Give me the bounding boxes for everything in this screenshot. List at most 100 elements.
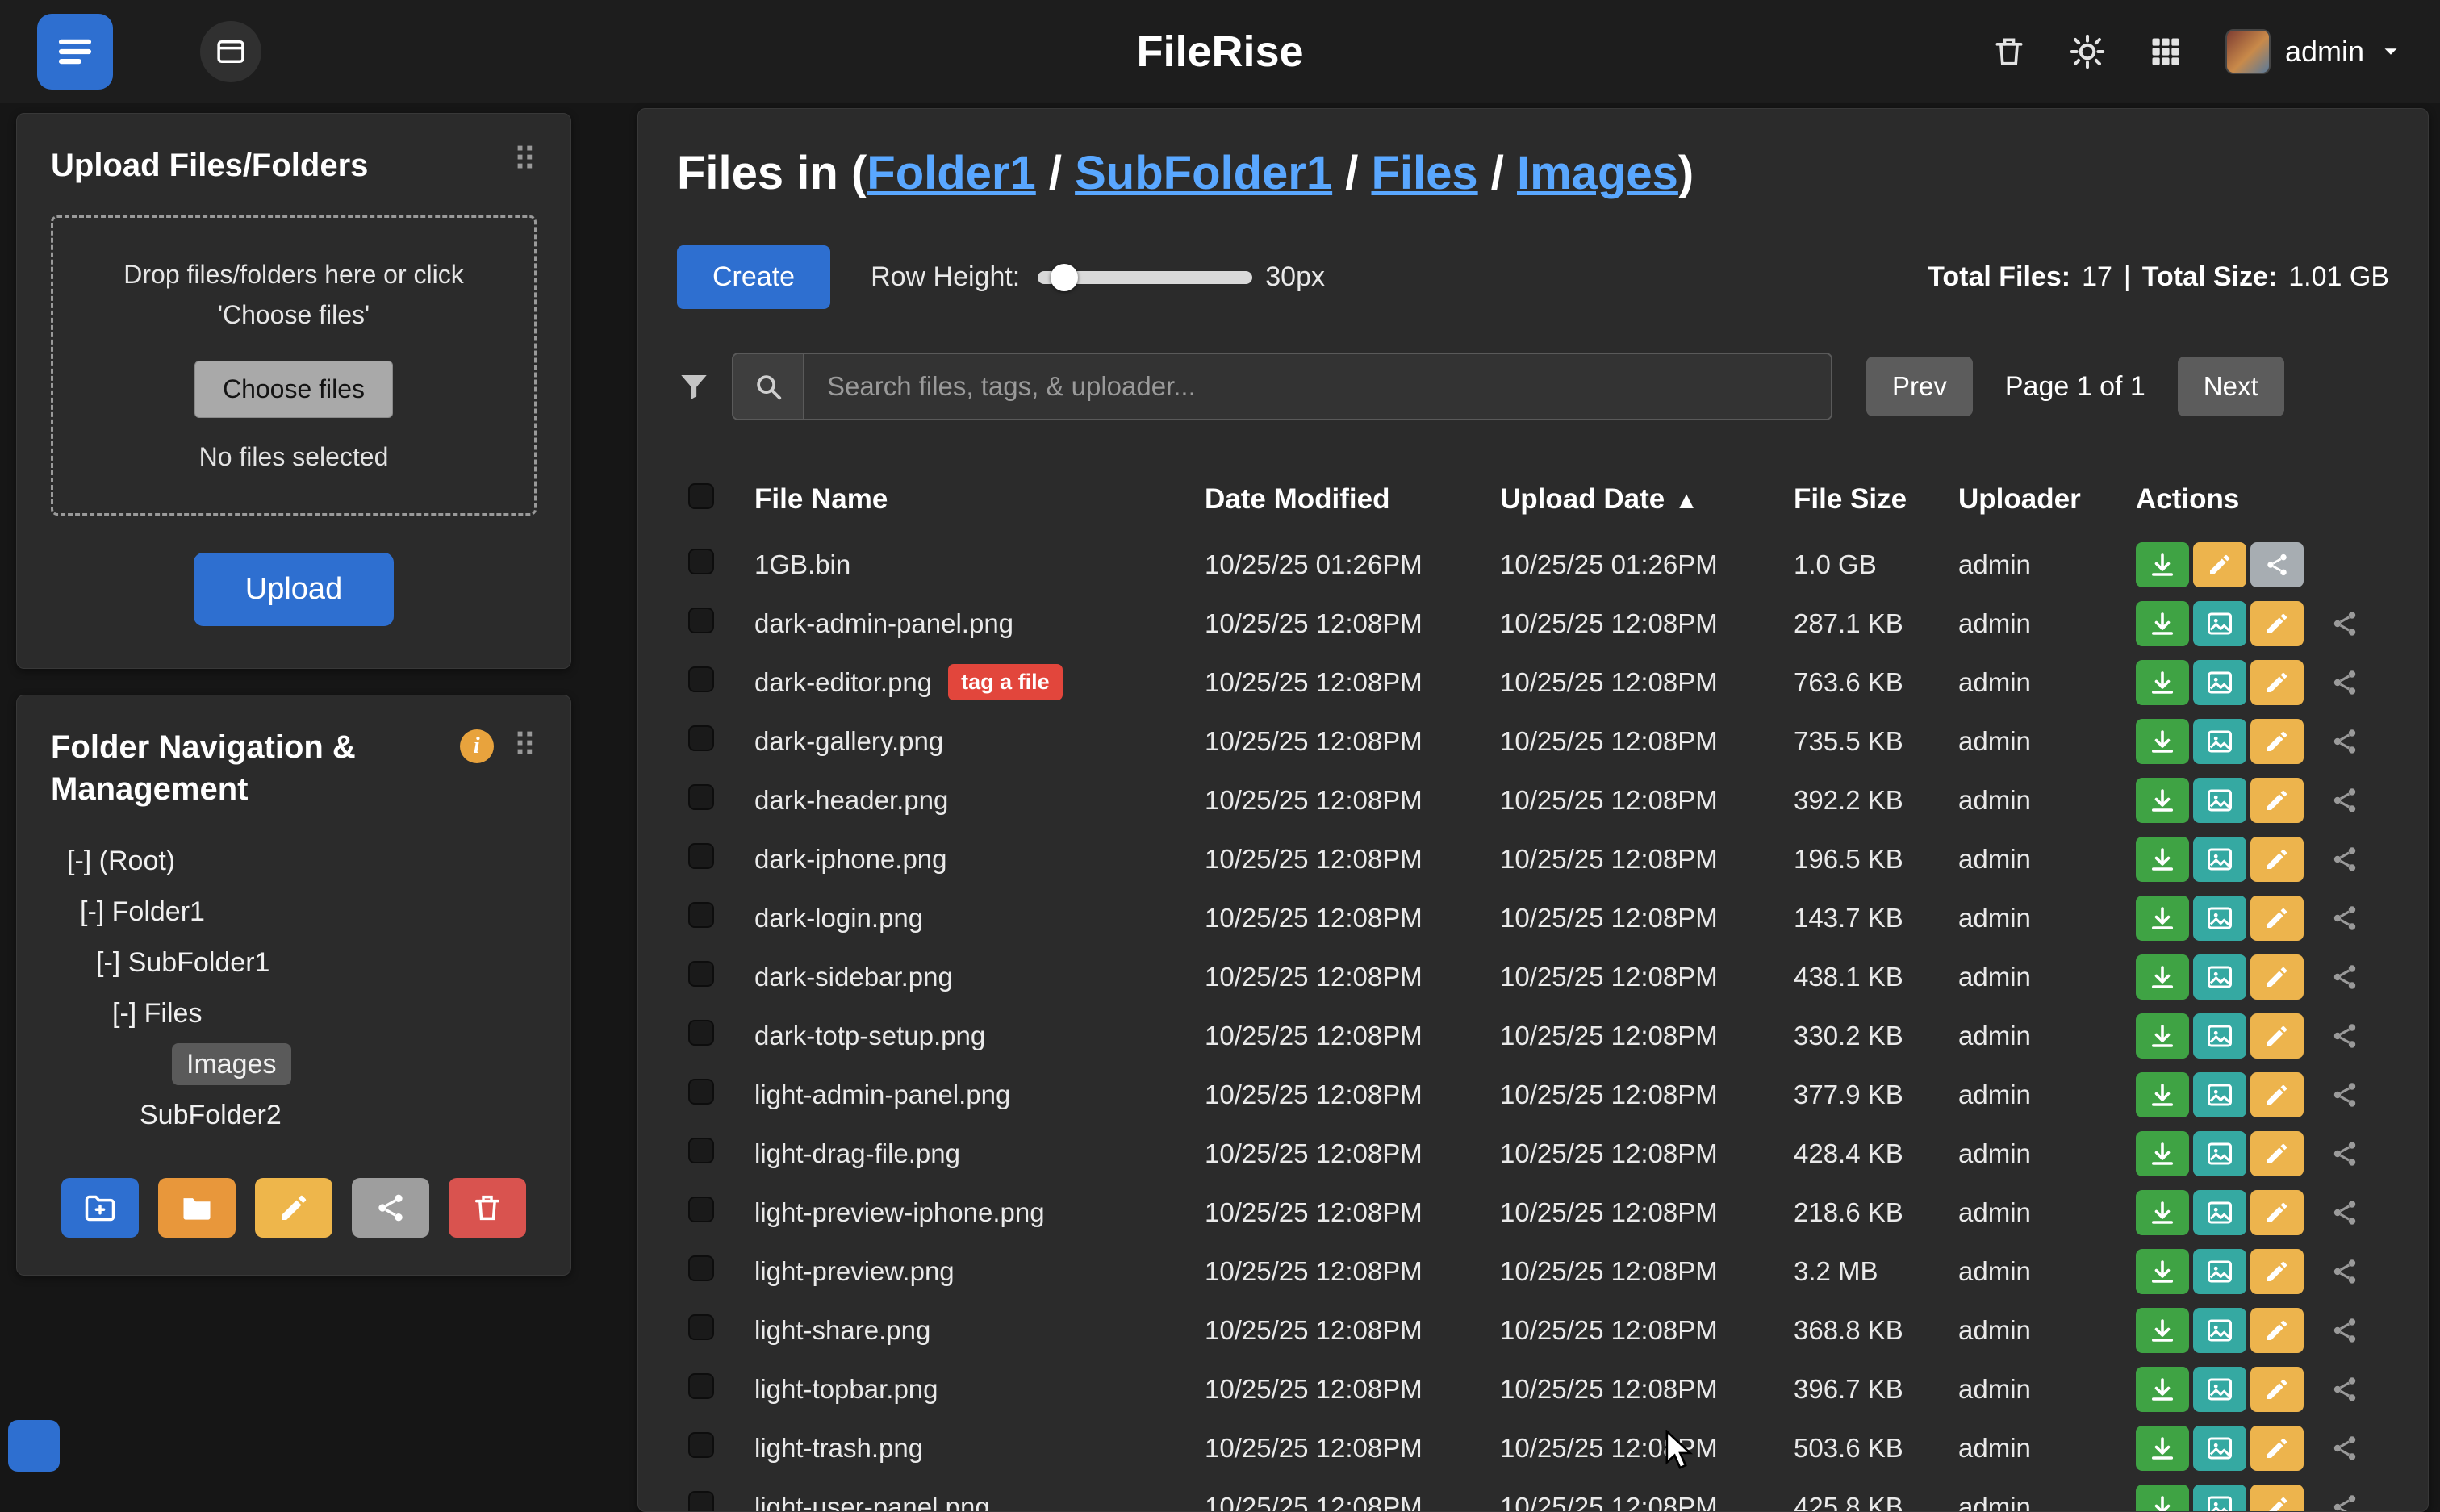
row-checkbox[interactable] [688, 784, 714, 810]
rename-button[interactable] [2250, 719, 2304, 764]
delete-folder-button[interactable] [449, 1178, 526, 1238]
download-button[interactable] [2136, 660, 2189, 705]
row-height-slider[interactable] [1038, 271, 1252, 284]
share-button[interactable] [2321, 1426, 2369, 1471]
share-button[interactable] [2321, 1308, 2369, 1353]
next-page-button[interactable]: Next [2178, 357, 2284, 416]
breadcrumb-link[interactable]: SubFolder1 [1075, 147, 1332, 199]
file-name[interactable]: dark-header.png [754, 785, 948, 816]
info-icon[interactable]: i [460, 729, 494, 763]
share-button[interactable] [2321, 954, 2369, 1000]
row-checkbox[interactable] [688, 1373, 714, 1399]
preview-button[interactable] [2193, 601, 2246, 646]
share-button[interactable] [2321, 837, 2369, 882]
preview-button[interactable] [2193, 1131, 2246, 1176]
column-header-file-name[interactable]: File Name [754, 483, 1205, 516]
download-button[interactable] [2136, 1072, 2189, 1117]
share-button[interactable] [2321, 1190, 2369, 1235]
download-button[interactable] [2136, 837, 2189, 882]
apps-grid-button[interactable] [2148, 34, 2183, 69]
column-header-upload-date[interactable]: Upload Date▲ [1500, 483, 1794, 516]
preview-button[interactable] [2193, 1485, 2246, 1512]
download-button[interactable] [2136, 954, 2189, 1000]
rename-button[interactable] [2250, 837, 2304, 882]
tree-item[interactable]: [-] Files [51, 988, 537, 1039]
preview-button[interactable] [2193, 954, 2246, 1000]
share-button[interactable] [2321, 1013, 2369, 1059]
preview-button[interactable] [2193, 1013, 2246, 1059]
row-checkbox[interactable] [688, 1314, 714, 1340]
rename-button[interactable] [2250, 1426, 2304, 1471]
app-logo-button[interactable] [37, 14, 113, 90]
breadcrumb-link[interactable]: Files [1371, 147, 1477, 199]
preview-button[interactable] [2193, 1367, 2246, 1412]
row-checkbox[interactable] [688, 549, 714, 574]
rename-button[interactable] [2250, 1308, 2304, 1353]
file-name[interactable]: light-drag-file.png [754, 1138, 960, 1169]
upload-button[interactable]: Upload [194, 553, 394, 626]
file-name[interactable]: light-share.png [754, 1315, 930, 1346]
preview-button[interactable] [2193, 1426, 2246, 1471]
rename-button[interactable] [2193, 542, 2246, 587]
prev-page-button[interactable]: Prev [1866, 357, 1973, 416]
row-checkbox[interactable] [688, 1020, 714, 1046]
column-header-uploader[interactable]: Uploader [1958, 483, 2136, 516]
download-button[interactable] [2136, 896, 2189, 941]
share-button[interactable] [2321, 778, 2369, 823]
rename-folder-button[interactable] [255, 1178, 332, 1238]
share-button[interactable] [2321, 660, 2369, 705]
rename-button[interactable] [2250, 1072, 2304, 1117]
download-button[interactable] [2136, 1367, 2189, 1412]
share-button[interactable] [2321, 1249, 2369, 1294]
rename-button[interactable] [2250, 954, 2304, 1000]
file-name[interactable]: light-preview-iphone.png [754, 1197, 1045, 1228]
download-button[interactable] [2136, 1485, 2189, 1512]
download-button[interactable] [2136, 1308, 2189, 1353]
share-button[interactable] [2321, 719, 2369, 764]
tree-item[interactable]: SubFolder2 [51, 1090, 537, 1141]
preview-button[interactable] [2193, 896, 2246, 941]
preview-button[interactable] [2193, 719, 2246, 764]
search-icon-button[interactable] [733, 354, 804, 419]
upload-dropzone[interactable]: Drop files/folders here or click 'Choose… [51, 215, 537, 516]
preview-button[interactable] [2193, 1249, 2246, 1294]
download-button[interactable] [2136, 1131, 2189, 1176]
file-name[interactable]: dark-iphone.png [754, 844, 947, 875]
preview-button[interactable] [2193, 1308, 2246, 1353]
share-button[interactable] [2321, 601, 2369, 646]
download-button[interactable] [2136, 1190, 2189, 1235]
share-button[interactable] [2321, 1367, 2369, 1412]
download-button[interactable] [2136, 1249, 2189, 1294]
breadcrumb-link[interactable]: Folder1 [867, 147, 1036, 199]
rename-button[interactable] [2250, 660, 2304, 705]
move-folder-button[interactable] [158, 1178, 236, 1238]
row-checkbox[interactable] [688, 725, 714, 751]
file-name[interactable]: light-admin-panel.png [754, 1080, 1010, 1110]
file-name[interactable]: light-user-panel.png [754, 1492, 990, 1512]
file-name[interactable]: 1GB.bin [754, 549, 850, 580]
row-checkbox[interactable] [688, 1432, 714, 1458]
rename-button[interactable] [2250, 1190, 2304, 1235]
drag-handle-icon[interactable]: ⠿ [513, 730, 537, 762]
share-button[interactable] [2321, 1485, 2369, 1512]
preview-button[interactable] [2193, 778, 2246, 823]
download-button[interactable] [2136, 601, 2189, 646]
drag-handle-icon[interactable]: ⠿ [513, 144, 537, 177]
row-checkbox[interactable] [688, 608, 714, 633]
create-folder-button[interactable] [61, 1178, 139, 1238]
download-button[interactable] [2136, 778, 2189, 823]
create-button[interactable]: Create [677, 245, 830, 309]
file-name[interactable]: dark-admin-panel.png [754, 608, 1013, 639]
tree-item[interactable]: [-] (Root) [51, 836, 537, 887]
preview-button[interactable] [2193, 1072, 2246, 1117]
file-name[interactable]: light-trash.png [754, 1433, 923, 1464]
rename-button[interactable] [2250, 1367, 2304, 1412]
preview-button[interactable] [2193, 1190, 2246, 1235]
share-button-grouped[interactable] [2250, 542, 2304, 587]
file-name[interactable]: dark-editor.png [754, 667, 932, 698]
file-name[interactable]: light-topbar.png [754, 1374, 938, 1405]
breadcrumb-link[interactable]: Images [1517, 147, 1678, 199]
row-checkbox[interactable] [688, 902, 714, 928]
preview-button[interactable] [2193, 660, 2246, 705]
row-checkbox[interactable] [688, 1255, 714, 1281]
